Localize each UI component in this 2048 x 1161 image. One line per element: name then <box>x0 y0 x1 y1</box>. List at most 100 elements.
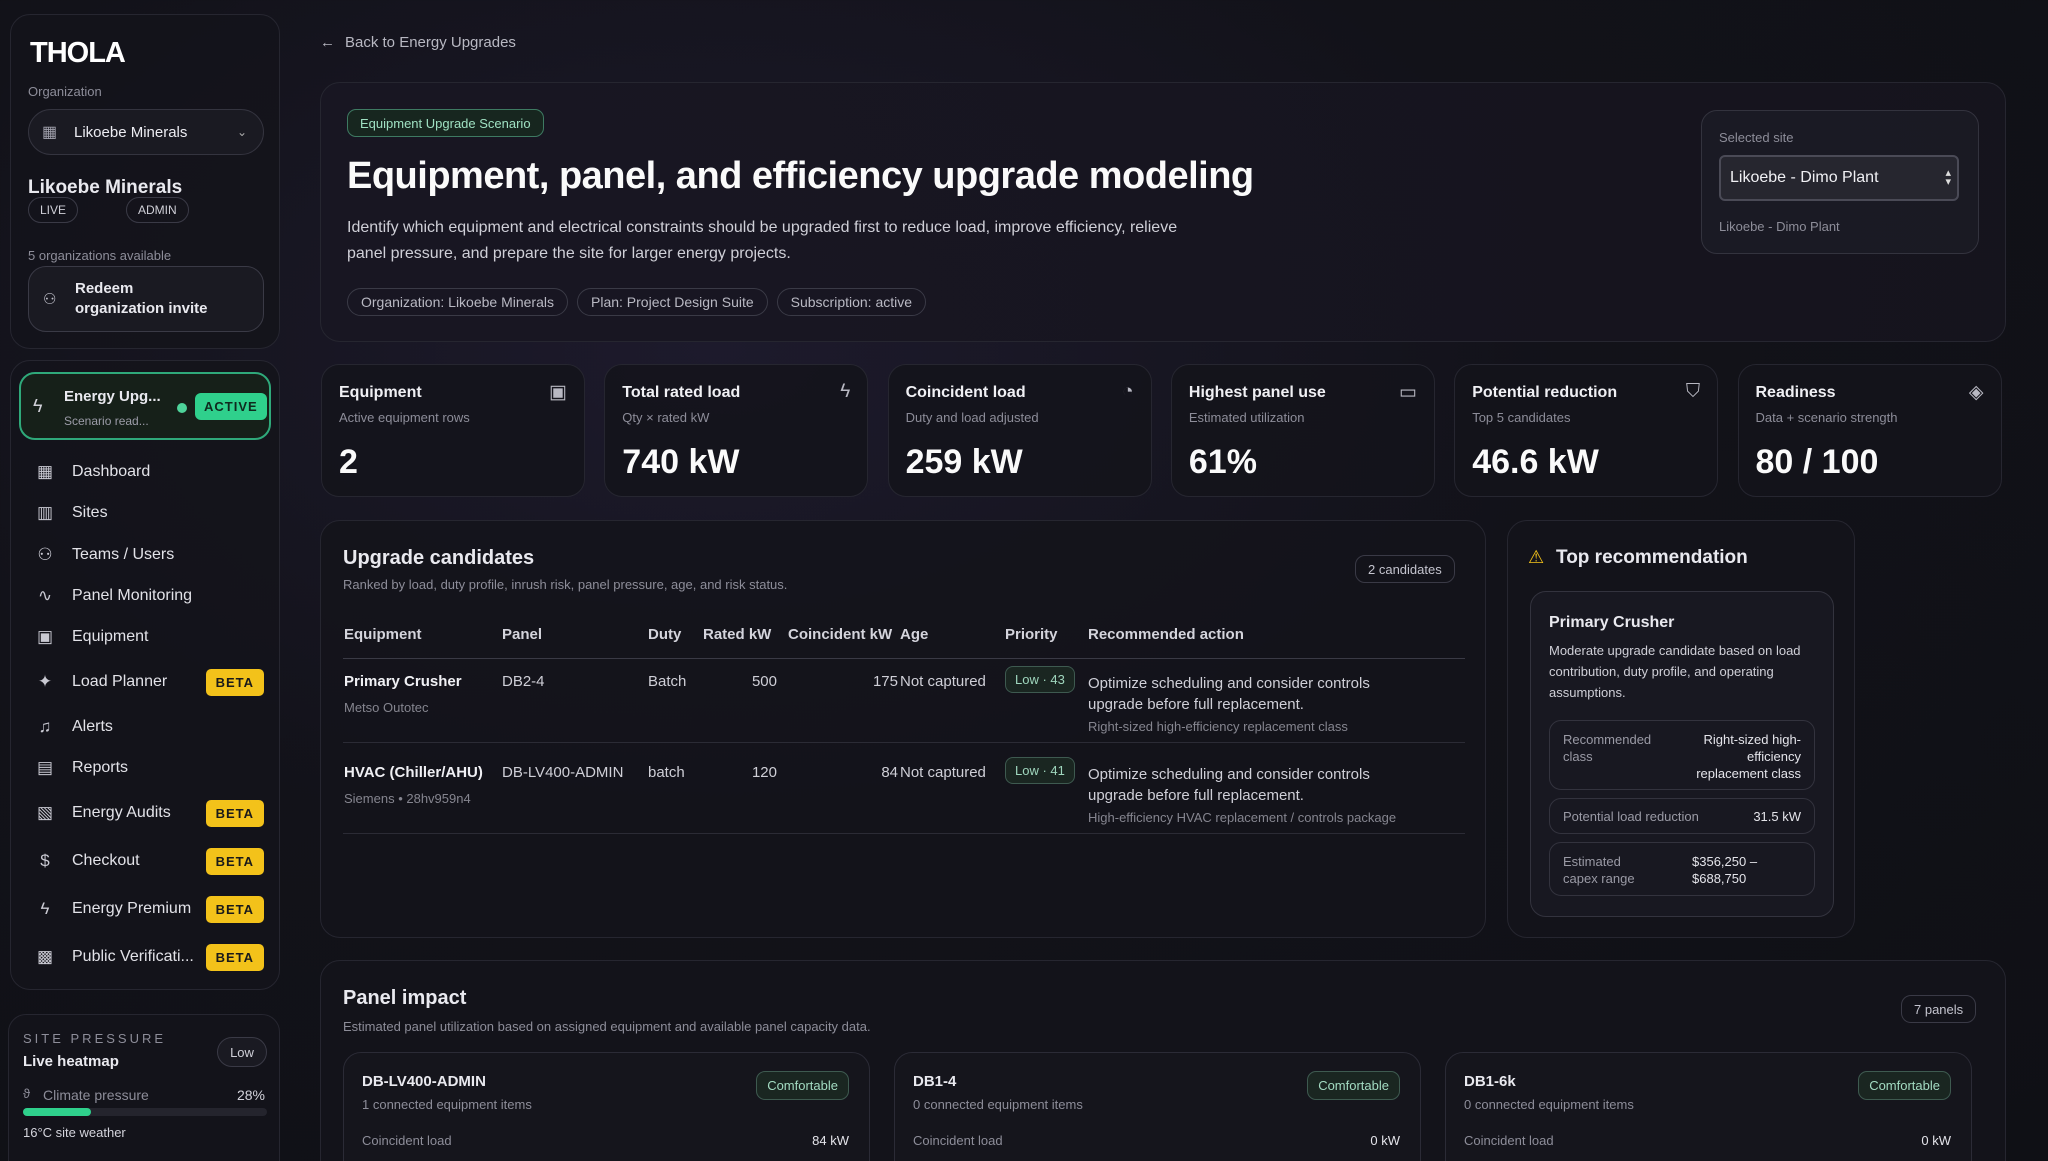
potential-load-reduction: Potential load reduction 31.5 kW <box>1549 798 1815 834</box>
org-count: 5 organizations available <box>28 248 172 263</box>
arrow-left-icon: ← <box>320 34 335 51</box>
site-select-value: Likoebe - Dimo Plant <box>1730 169 1879 186</box>
layers-icon: ◈ <box>1968 382 1984 403</box>
panel-count: 7 panels <box>1901 995 1977 1023</box>
stat-title: Coincident load <box>905 384 1026 401</box>
panel-icon: ▭ <box>1398 382 1417 403</box>
sidebar-item-label: Checkout <box>72 852 140 869</box>
panel-name: DB1-6k <box>1464 1073 1516 1090</box>
age-cell: Not captured <box>900 764 986 781</box>
climate-label: Climate pressure <box>43 1087 149 1103</box>
sidebar-item-public-verificati[interactable]: ▩ Public Verificati... BETA <box>32 937 278 977</box>
stat-value: 61% <box>1188 443 1257 481</box>
active-badge: ACTIVE <box>195 393 267 420</box>
load-value: 84 kW <box>812 1133 849 1148</box>
chevron-down-icon: ⌄ <box>236 125 247 139</box>
stat-subtitle: Qty × rated kW <box>622 410 710 425</box>
redeem-invite-button[interactable]: ⚇ Redeem organization invite <box>28 266 264 332</box>
col-rated: Rated kW <box>703 626 772 643</box>
sidebar-item-energy-audits[interactable]: ▧ Energy Audits BETA <box>32 793 278 833</box>
sidebar-item-sites[interactable]: ▥ Sites <box>32 493 278 533</box>
panel-card[interactable]: DB-LV400-ADMIN 1 connected equipment ite… <box>343 1052 870 1161</box>
sparkle-icon: ✦ <box>37 672 53 691</box>
sidebar-item-label: Energy Audits <box>72 804 171 821</box>
org-select[interactable]: ▦ Likoebe Minerals ⌄ <box>28 109 264 155</box>
candidates-title: Upgrade candidates <box>343 547 535 569</box>
bolt-icon: ϟ <box>840 381 851 402</box>
qr-icon: ▩ <box>36 947 54 966</box>
sidebar-item-label: Panel Monitoring <box>72 587 193 604</box>
stat-subtitle: Duty and load adjusted <box>905 410 1039 425</box>
site-select[interactable]: Likoebe - Dimo Plant ▴ ▾ <box>1719 155 1959 201</box>
sidebar-item-energy-premium[interactable]: ϟ Energy Premium BETA <box>32 889 278 929</box>
sidebar-item-checkout[interactable]: $ Checkout BETA <box>32 841 278 881</box>
rated-cell: 120 <box>751 764 777 781</box>
action-cell: Optimize scheduling and consider control… <box>1088 675 1370 713</box>
panel-card[interactable]: DB1-6k 0 connected equipment items Comfo… <box>1445 1052 1972 1161</box>
panel-impact-title: Panel impact <box>343 987 467 1009</box>
stat-title: Highest panel use <box>1188 384 1326 401</box>
chart-icon: ▥ <box>36 503 54 522</box>
sidebar-item-label: Alerts <box>72 718 113 735</box>
candidates-sub: Ranked by load, duty profile, inrush ris… <box>343 577 788 592</box>
gauge-icon: ◔ <box>1122 381 1134 402</box>
climate-bar-fill <box>23 1108 92 1116</box>
duty-cell: batch <box>648 764 685 781</box>
active-nav-item[interactable]: ϟ Energy Upg... Scenario read... ACTIVE <box>19 372 271 440</box>
load-value: 0 kW <box>1921 1133 1951 1148</box>
sidebar-item-label: Reports <box>72 759 129 776</box>
load-value: 0 kW <box>1370 1133 1400 1148</box>
stat-subtitle: Top 5 candidates <box>1472 410 1571 425</box>
active-item-title: Energy Upg... <box>64 388 161 405</box>
panel-cell: DB-LV400-ADMIN <box>502 764 624 781</box>
col-coincident: Coincident kW <box>788 626 893 643</box>
stat-subtitle: Estimated utilization <box>1188 410 1305 425</box>
sidebar-item-load-planner[interactable]: ✦ Load Planner BETA <box>32 662 278 702</box>
sidebar-item-reports[interactable]: ▤ Reports <box>32 748 278 788</box>
scenario-tag: Equipment Upgrade Scenario <box>347 109 544 137</box>
status-badge: Comfortable <box>756 1071 849 1100</box>
beta-badge: BETA <box>205 799 264 827</box>
weather-text: 16°C site weather <box>23 1125 126 1140</box>
sidebar-item-equipment[interactable]: ▣ Equipment <box>32 617 278 657</box>
recommendation-item: Primary Crusher <box>1549 614 1675 631</box>
panel-card[interactable]: DB1-4 0 connected equipment items Comfor… <box>894 1052 1421 1161</box>
priority-badge: Low · 41 <box>1005 757 1075 784</box>
site-pressure-card: SITE PRESSURE Live heatmap Low ϑ Climate… <box>8 1014 280 1161</box>
bolt-icon: ϟ <box>40 899 50 918</box>
stat-subtitle: Active equipment rows <box>339 410 470 425</box>
panel-impact-sub: Estimated panel utilization based on ass… <box>343 1019 871 1034</box>
sidebar-item-alerts[interactable]: ♫ Alerts <box>32 707 278 747</box>
climate-pct: 28% <box>236 1087 265 1103</box>
row-divider <box>343 833 1465 834</box>
live-badge: LIVE <box>28 197 79 223</box>
back-link[interactable]: ← Back to Energy Upgrades <box>320 34 516 51</box>
class-cell: High-efficiency HVAC replacement / contr… <box>1088 810 1397 825</box>
beta-badge: BETA <box>205 895 264 923</box>
hero-card: Equipment Upgrade Scenario Equipment, pa… <box>320 82 2006 342</box>
equipment-maker: Metso Outotec <box>344 700 429 715</box>
sidebar-item-teams-users[interactable]: ⚇ Teams / Users <box>32 535 278 575</box>
col-equipment: Equipment <box>344 626 422 643</box>
status-badge: Comfortable <box>1307 1071 1400 1100</box>
chip-icon: ▣ <box>549 382 567 403</box>
panel-items: 1 connected equipment items <box>362 1097 532 1112</box>
row-divider <box>343 742 1465 743</box>
sidebar-item-dashboard[interactable]: ▦ Dashboard <box>32 452 278 492</box>
equipment-name: HVAC (Chiller/AHU) <box>344 764 483 781</box>
rated-cell: 500 <box>751 673 777 690</box>
panel-items: 0 connected equipment items <box>1464 1097 1634 1112</box>
document-icon: ▤ <box>36 758 54 777</box>
sidebar-item-label: Equipment <box>72 628 149 645</box>
sidebar-item-panel-monitoring[interactable]: ∿ Panel Monitoring <box>32 576 278 616</box>
stat-title: Equipment <box>339 384 422 401</box>
panel-cell: DB2-4 <box>502 673 545 690</box>
climate-bar <box>23 1108 267 1116</box>
chip-plan: Plan: Project Design Suite <box>577 288 768 316</box>
stat-card-highest-panel-use: Highest panel use Estimated utilization … <box>1170 364 1435 497</box>
col-duty: Duty <box>648 626 682 643</box>
user-icon: ⚇ <box>43 291 57 308</box>
thola-logo[interactable]: THOLA <box>30 37 126 70</box>
org-name: Likoebe Minerals <box>28 177 183 198</box>
org-select-value: Likoebe Minerals <box>74 123 188 141</box>
